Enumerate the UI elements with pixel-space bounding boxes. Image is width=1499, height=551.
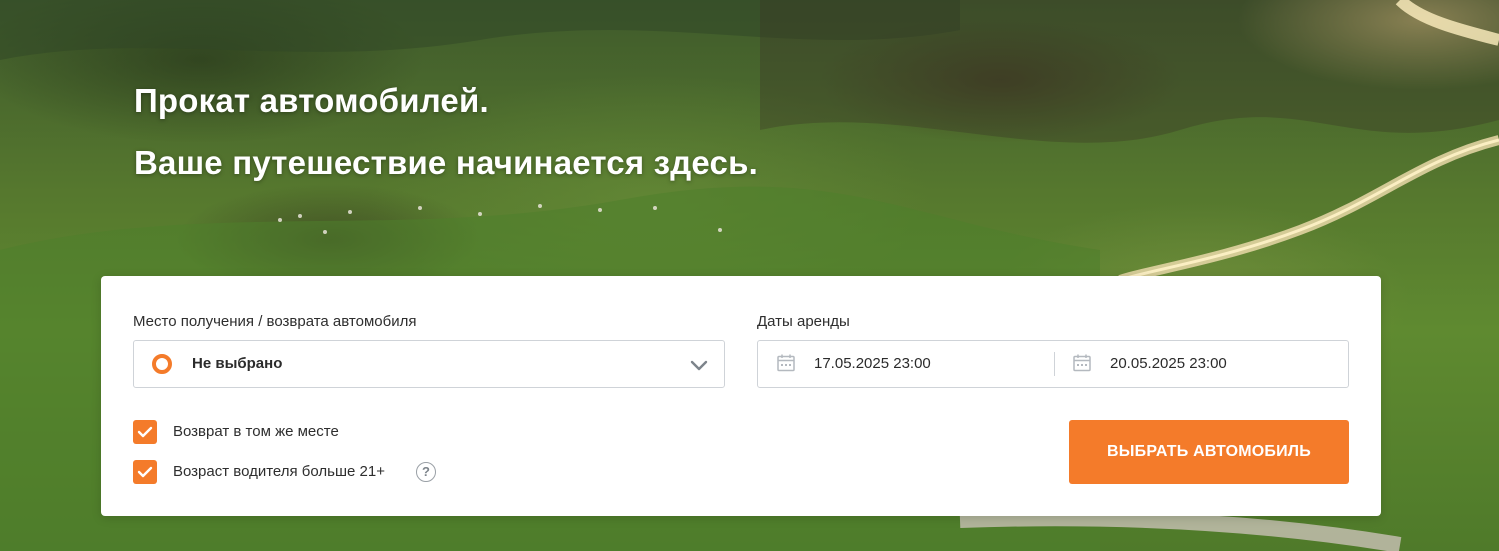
location-value: Не выбрано — [192, 355, 283, 372]
pickup-datetime: 17.05.2025 23:00 — [814, 355, 931, 372]
location-select[interactable]: Не выбрано — [133, 340, 725, 388]
return-datetime: 20.05.2025 23:00 — [1110, 355, 1227, 372]
pickup-date-input[interactable]: 17.05.2025 23:00 — [758, 341, 1053, 387]
driver-age-checkbox[interactable] — [133, 460, 157, 484]
same-place-return-label: Возврат в том же месте — [173, 423, 339, 440]
checkmark-icon — [137, 426, 153, 438]
hero-title: Прокат автомобилей. — [134, 82, 489, 119]
driver-age-label: Возраст водителя больше 21+ — [173, 463, 385, 480]
calendar-icon — [1073, 354, 1091, 372]
same-place-return-checkbox[interactable] — [133, 420, 157, 444]
dates-label: Даты аренды — [757, 313, 850, 330]
location-ring-icon — [152, 354, 172, 374]
hero-subtitle: Ваше путешествие начинается здесь. — [134, 144, 758, 181]
help-icon[interactable]: ? — [416, 462, 436, 482]
rental-dates-field: 17.05.2025 23:00 20.05.2025 23:00 — [757, 340, 1349, 388]
checkmark-icon — [137, 466, 153, 478]
location-label: Место получения / возврата автомобиля — [133, 313, 417, 330]
chevron-down-icon — [690, 360, 708, 371]
calendar-icon — [777, 354, 795, 372]
search-card: Место получения / возврата автомобиля Да… — [101, 276, 1381, 516]
return-date-input[interactable]: 20.05.2025 23:00 — [1054, 341, 1349, 387]
select-car-button[interactable]: ВЫБРАТЬ АВТОМОБИЛЬ — [1069, 420, 1349, 484]
